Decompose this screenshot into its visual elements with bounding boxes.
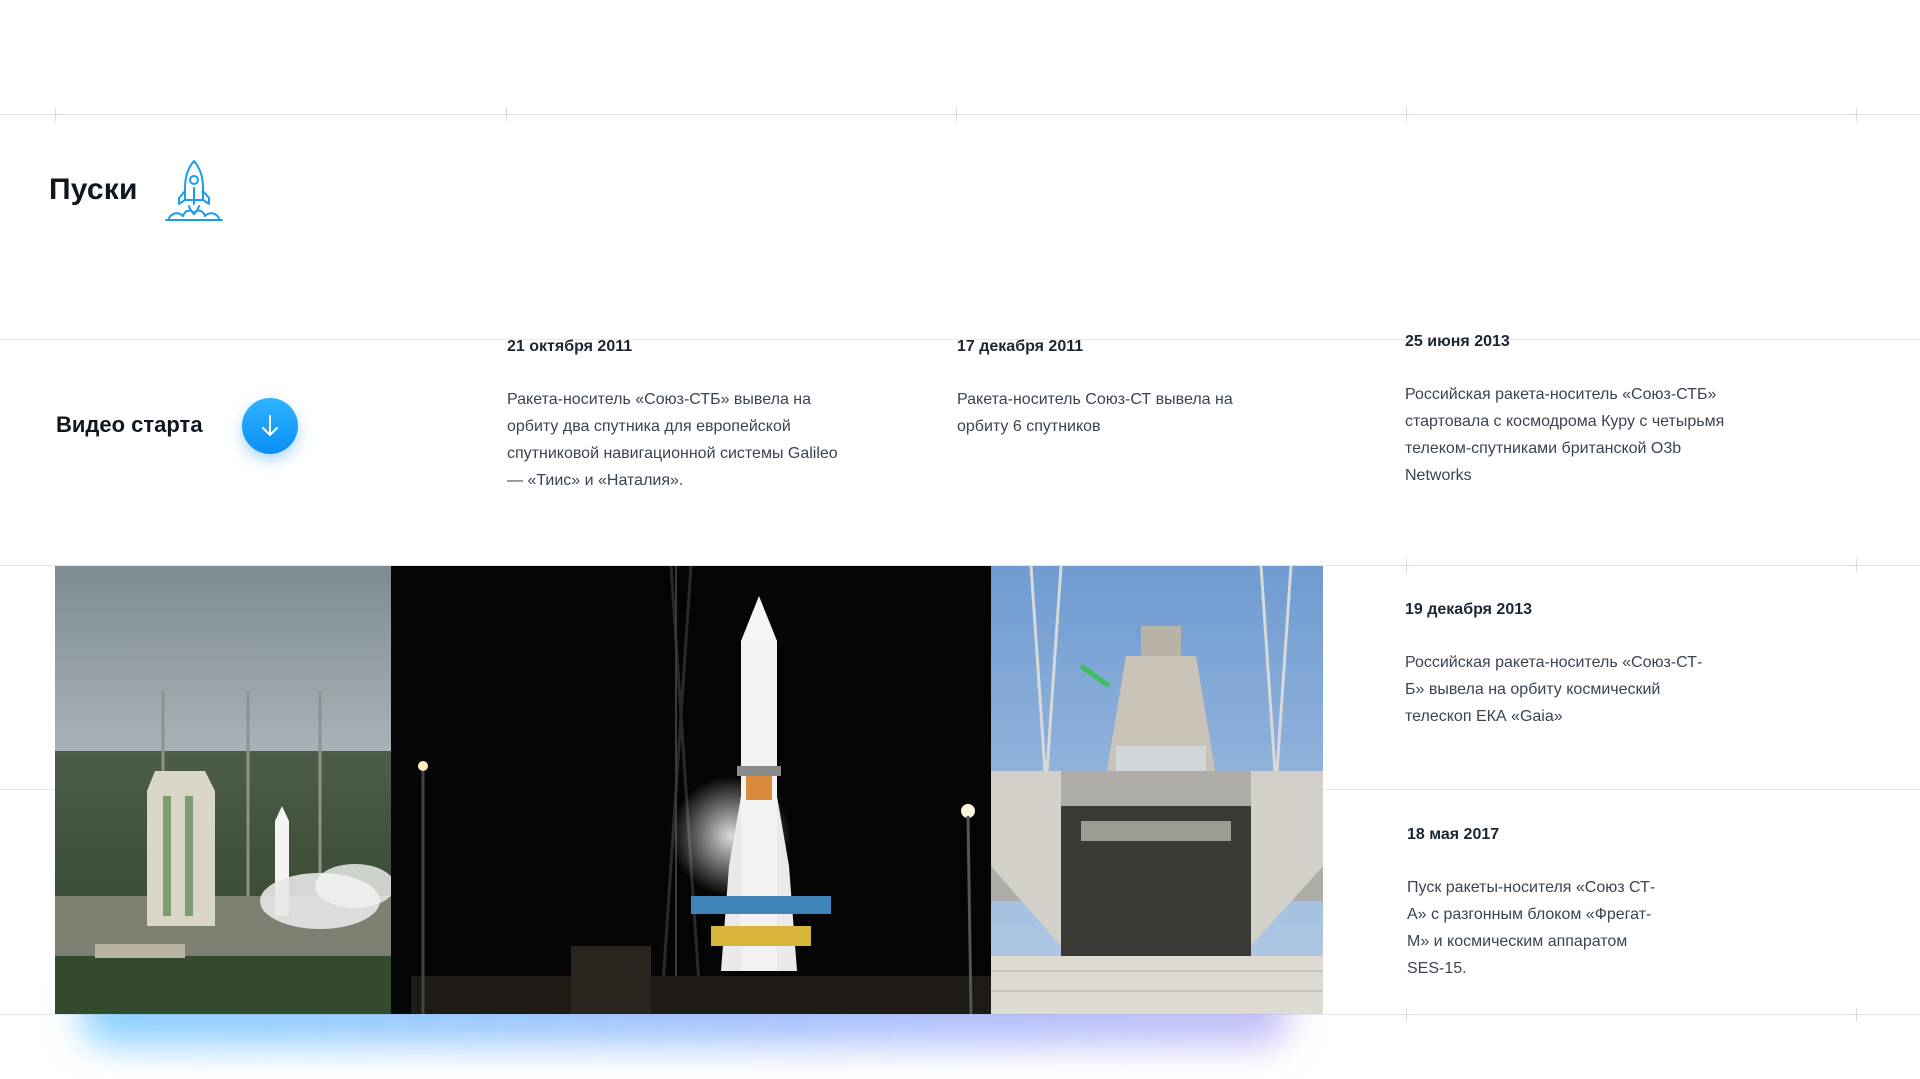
grid-cross [500, 108, 513, 121]
grid-cross [950, 108, 963, 121]
event-date: 25 июня 2013 [1405, 333, 1510, 350]
event-text: Российская ракета-носитель «Союз-СТ-Б» в… [1405, 654, 1703, 725]
grid-cross [1400, 108, 1413, 121]
event-date: 19 декабря 2013 [1405, 601, 1533, 618]
launch-event: 25 июня 2013 Российская ракета-носитель … [1405, 333, 1765, 489]
video-start-button[interactable] [242, 398, 298, 454]
grid-cross [1850, 108, 1863, 121]
launch-site-photo[interactable] [55, 566, 391, 1014]
event-date: 18 мая 2017 [1407, 826, 1500, 843]
grid-cross [49, 108, 62, 121]
event-date: 17 декабря 2011 [957, 338, 1084, 355]
grid-cross [1850, 1008, 1863, 1021]
grid-cross [1400, 1008, 1413, 1021]
event-text: Ракета-носитель «Союз-СТБ» вывела на орб… [507, 391, 838, 489]
launch-event: 21 октября 2011 Ракета-носитель «Союз-СТ… [507, 338, 867, 494]
arrow-down-icon [262, 415, 278, 436]
grid-cross [1400, 559, 1413, 572]
night-rocket-photo[interactable] [391, 566, 991, 1014]
rocket-launch-icon [163, 158, 225, 222]
event-text: Ракета-носитель Союз-СТ вывела на орбиту… [957, 391, 1233, 435]
event-text: Пуск ракеты-носителя «Союз СТ-А» с разго… [1407, 879, 1656, 977]
launch-pad-photo[interactable] [991, 566, 1323, 1014]
launch-gallery[interactable] [55, 566, 1323, 1014]
event-text: Российская ракета-носитель «Союз-СТБ» ст… [1405, 386, 1725, 484]
grid-cross [1850, 559, 1863, 572]
launch-event: 17 декабря 2011 Ракета-носитель Союз-СТ … [957, 338, 1317, 440]
video-start-label: Видео старта [56, 412, 203, 437]
launch-event: 19 декабря 2013 Российская ракета-носите… [1405, 601, 1765, 730]
section-title: Пуски [49, 173, 138, 206]
launch-event: 18 мая 2017 Пуск ракеты-носителя «Союз С… [1407, 826, 1767, 982]
event-date: 21 октября 2011 [507, 338, 633, 355]
